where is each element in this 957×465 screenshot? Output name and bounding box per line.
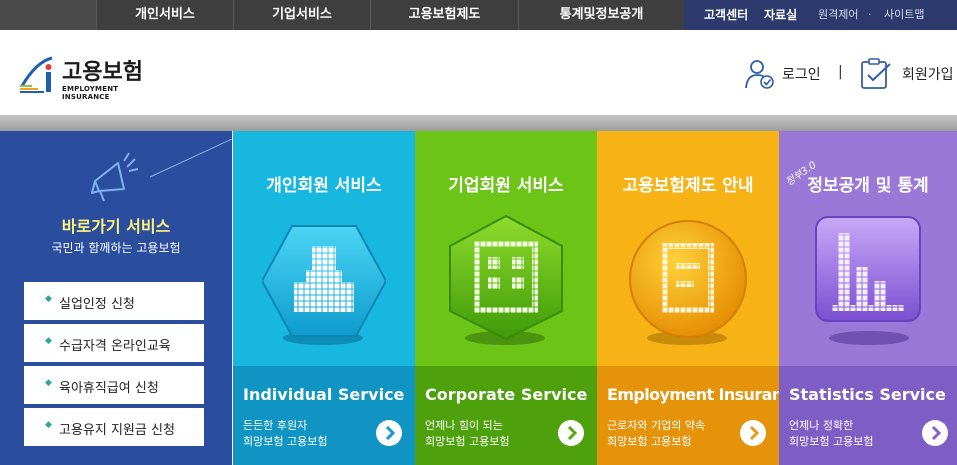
card-description-line1: 언제나 정확한 [789, 419, 854, 432]
card-description-line2: 희망보험 고용보험 [789, 435, 874, 448]
logo-mark-icon [20, 56, 53, 93]
card-description-line2: 희망보험 고용보험 [243, 435, 328, 448]
quick-item-employment-subsidy[interactable]: ◆ 고용유지 지원금 신청 [24, 408, 204, 446]
diamond-bullet-icon: ◆ [45, 420, 52, 430]
card-description-line1: 근로자와 기업의 약속 [607, 419, 706, 432]
quick-item-label: 육아휴직급여 신청 [59, 381, 159, 396]
megaphone-icon [91, 139, 232, 202]
chevron-right-icon [385, 425, 396, 441]
card-footer: Corporate Service 언제나 힘이 되는 희망보험 고용보험 [415, 366, 597, 465]
signup-label: 회원가입 [902, 67, 954, 83]
quick-subtitle: 국민과 함께하는 고용보험 [51, 241, 181, 255]
remote-control-link[interactable]: 원격제어 [818, 0, 858, 30]
card-title: 정보공개 및 통계 [807, 176, 929, 196]
quick-item-label: 실업인정 신청 [59, 297, 135, 312]
menu-corporate-service[interactable]: 기업서비스 [233, 0, 370, 30]
quick-item-unemployment[interactable]: ◆ 실업인정 신청 [24, 282, 204, 320]
site-header: 고용보험 EMPLOYMENT INSURANCE 로그인 | 회원가입 [0, 30, 957, 115]
quick-item-label: 수급자격 온라인교육 [59, 339, 171, 354]
top-navigation: 개인서비스 기업서비스 고용보험제도 통계및정보공개 고객센터 자료실 원격제어… [0, 0, 957, 30]
menu-statistics[interactable]: 통계및정보공개 [518, 0, 684, 30]
card-description-line2: 희망보험 고용보험 [607, 435, 692, 448]
quick-item-parental-leave[interactable]: ◆ 육아휴직급여 신청 [24, 366, 204, 404]
bar-chart-icon [815, 216, 921, 322]
chevron-right-icon [931, 425, 942, 441]
quick-title: 바로가기 서비스 [61, 217, 171, 236]
card-english-title: Statistics Service [789, 385, 946, 404]
card-english-title: Individual Service [243, 385, 405, 404]
quick-item-online-education[interactable]: ◆ 수급자격 온라인교육 [24, 324, 204, 362]
sitemap-link[interactable]: 사이트맵 [884, 0, 924, 30]
chevron-right-icon [567, 425, 578, 441]
diamond-bullet-icon: ◆ [45, 294, 52, 304]
menu-personal-service[interactable]: 개인서비스 [96, 0, 233, 30]
site-logo[interactable]: 고용보험 EMPLOYMENT INSURANCE [18, 52, 168, 101]
card-go-button[interactable] [922, 420, 948, 446]
card-individual-service[interactable]: 개인회원 서비스 Individual Service 든든한 후원자 희망보험… [233, 131, 415, 465]
diamond-bullet-icon: ◆ [45, 378, 52, 388]
card-english-title: Corporate Service [425, 385, 588, 404]
card-corporate-service[interactable]: 기업회원 서비스 Corporate Service 언제나 힘이 되는 희망보… [415, 131, 597, 465]
quick-item-label: 고용유지 지원금 신청 [59, 423, 175, 438]
card-description-line1: 든든한 후원자 [243, 419, 308, 432]
login-link[interactable]: 로그인 [744, 58, 824, 90]
logo-text: 고용보험 [62, 60, 143, 85]
diamond-bullet-icon: ◆ [45, 336, 52, 346]
customer-center-link[interactable]: 고객센터 [704, 0, 748, 30]
user-check-icon [745, 60, 774, 89]
card-title: 개인회원 서비스 [266, 176, 382, 196]
card-description-line1: 언제나 힘이 되는 [425, 419, 503, 432]
util-separator: · [868, 8, 872, 21]
logo-english-text: EMPLOYMENT INSURANCE [62, 85, 119, 101]
card-go-button[interactable] [376, 420, 402, 446]
card-statistics-service[interactable]: 정부3.0 정보공개 및 통계 Statistics Service 언제나 정… [779, 131, 957, 465]
card-footer: Statistics Service 언제나 정확한 희망보험 고용보험 [779, 366, 957, 465]
clipboard-check-icon [861, 58, 891, 89]
card-go-button[interactable] [558, 420, 584, 446]
quick-service-panel: 바로가기 서비스 국민과 함께하는 고용보험 ◆ 실업인정 신청 ◆ 수급자격 … [0, 131, 232, 465]
header-separator: | [838, 64, 843, 80]
library-link[interactable]: 자료실 [764, 0, 797, 30]
card-title: 고용보험제도 안내 [622, 176, 754, 196]
card-footer: Employment Insurance 근로자와 기업의 약속 희망보험 고용… [597, 366, 802, 465]
login-label: 로그인 [782, 67, 821, 83]
signup-link[interactable]: 회원가입 [860, 58, 957, 90]
person-icon [262, 225, 386, 337]
utility-menu: 고객센터 자료실 원격제어 · 사이트맵 [684, 0, 957, 30]
top-nav-spacer [0, 0, 96, 30]
header-divider [0, 115, 957, 131]
document-icon [629, 220, 747, 338]
card-employment-insurance[interactable]: 고용보험제도 안내 Employment Insurance 근로자와 기업의 … [597, 131, 802, 465]
chevron-right-icon [749, 425, 760, 441]
card-go-button[interactable] [740, 420, 766, 446]
card-english-title: Employment Insurance [607, 385, 802, 404]
card-description-line2: 희망보험 고용보험 [425, 435, 510, 448]
menu-insurance-system[interactable]: 고용보험제도 [370, 0, 518, 30]
card-title: 기업회원 서비스 [448, 176, 564, 196]
card-footer: Individual Service 든든한 후원자 희망보험 고용보험 [233, 366, 415, 465]
building-icon [449, 214, 563, 341]
